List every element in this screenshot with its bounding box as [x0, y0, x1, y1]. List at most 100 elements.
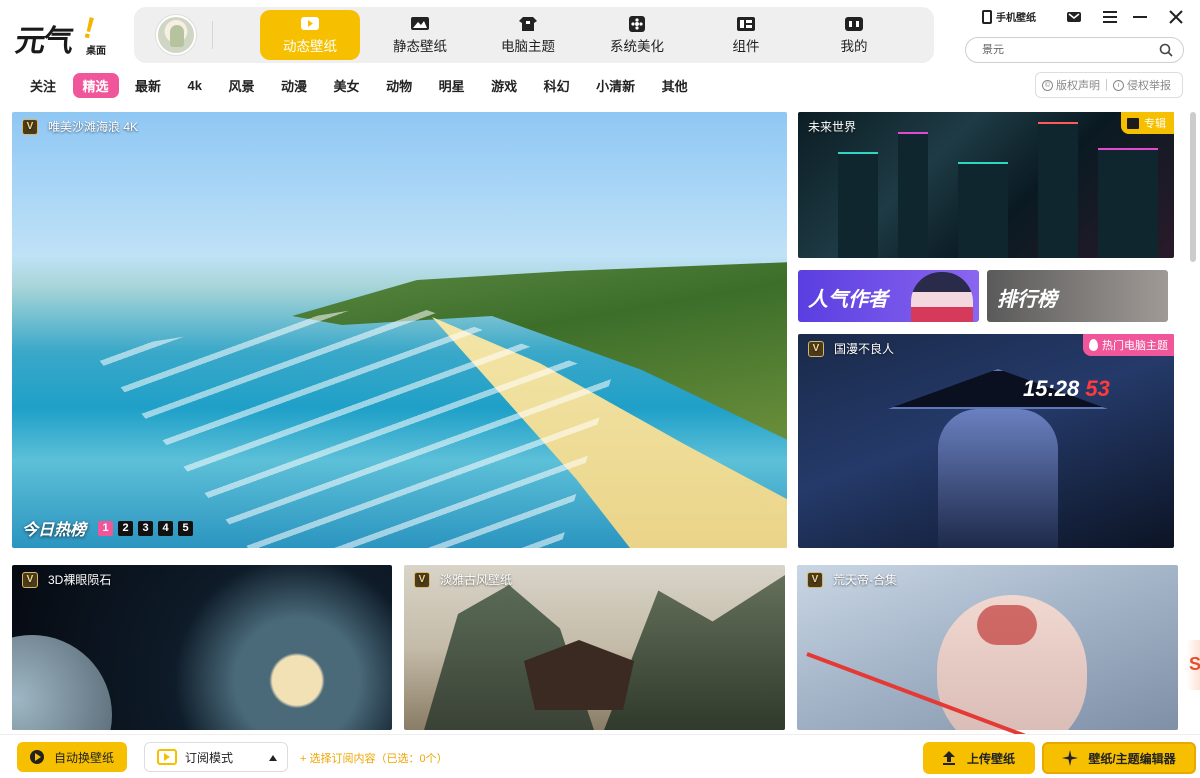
clock-number: 53	[1085, 376, 1110, 401]
grid-title: 荒天帝-合集	[833, 573, 897, 587]
tab-label: 系统美化	[610, 38, 664, 54]
category-tab[interactable]: 最新	[125, 73, 171, 98]
nav-divider	[212, 21, 213, 49]
tab-widgets[interactable]: 组件	[696, 10, 796, 60]
app-logo[interactable]: 元气 ! 桌面	[13, 11, 114, 59]
hot-theme-tag: 热门电脑主题	[1083, 334, 1174, 356]
category-tab[interactable]: 风景	[219, 73, 265, 98]
category-tab[interactable]: 美女	[324, 73, 370, 98]
editor-label: 壁纸/主题编辑器	[1088, 751, 1176, 766]
page-dot-5[interactable]: 5	[178, 520, 194, 536]
tab-pc-theme[interactable]: 电脑主题	[478, 10, 578, 60]
vip-badge-icon: V	[22, 571, 38, 588]
copyright-icon: ©	[1042, 79, 1053, 91]
ranking-card[interactable]: 排行榜	[987, 270, 1168, 322]
category-tab[interactable]: 明星	[429, 73, 475, 98]
waves	[92, 302, 612, 548]
profile-icon	[844, 16, 864, 32]
tab-static-wallpaper[interactable]: 静态壁纸	[370, 10, 470, 60]
play-icon	[300, 16, 320, 32]
search-icon[interactable]	[1159, 43, 1173, 57]
mail-icon[interactable]	[1066, 9, 1082, 25]
search-input[interactable]	[982, 42, 1152, 58]
face-marking	[977, 605, 1037, 645]
tab-dynamic-wallpaper[interactable]: 动态壁纸	[260, 10, 360, 60]
tab-system-beautify[interactable]: 系统美化	[587, 10, 687, 60]
building	[1098, 148, 1158, 258]
card-title: V 3D裸眼陨石	[22, 571, 111, 588]
popular-authors-card[interactable]: 人气作者	[798, 270, 979, 322]
rights-links: © 版权声明 i 侵权举报	[1035, 72, 1183, 98]
auto-change-button[interactable]: 自动换壁纸	[17, 742, 127, 772]
category-tab[interactable]: 精选	[72, 72, 119, 98]
card-title: V 唯美沙滩海浪 4K	[22, 118, 138, 135]
category-tab[interactable]: 4k	[178, 75, 212, 96]
building	[1038, 122, 1078, 258]
grid-title: 3D裸眼陨石	[48, 573, 112, 587]
category-tab[interactable]: 动漫	[271, 73, 317, 98]
page-dot-1[interactable]: 1	[98, 520, 114, 536]
samurai-figure	[938, 409, 1058, 548]
flower-icon	[627, 15, 647, 32]
feature-title: 唯美沙滩海浪 4K	[48, 120, 139, 134]
play-icon	[29, 750, 44, 764]
flame-icon	[1089, 339, 1098, 351]
copyright-link[interactable]: © 版权声明	[1036, 77, 1100, 93]
feature-wallpaper-card[interactable]: V 唯美沙滩海浪 4K 今日热榜 1 2 3 4 5	[12, 112, 787, 548]
tab-label: 动态壁纸	[283, 38, 337, 54]
authors-label: 人气作者	[808, 289, 888, 311]
phone-icon	[982, 9, 992, 24]
report-link[interactable]: i 侵权举报	[1107, 77, 1171, 93]
avatar[interactable]	[156, 15, 196, 55]
vip-badge-icon: V	[414, 571, 430, 588]
theme-clock: 15:28 53	[1023, 376, 1110, 402]
mobile-wallpaper-link[interactable]: 手机壁纸	[982, 9, 1036, 24]
mobile-label: 手机壁纸	[996, 13, 1036, 24]
card-title: V 国漫不良人	[808, 340, 894, 357]
category-tab[interactable]: 科幻	[534, 73, 580, 98]
close-icon[interactable]	[1168, 9, 1184, 25]
wallpaper-theme-editor-button[interactable]: 壁纸/主题编辑器	[1042, 742, 1196, 774]
choose-subscription-link[interactable]: + 选择订阅内容（已选：0个）	[300, 750, 448, 766]
category-tab[interactable]: 动物	[376, 73, 422, 98]
minimize-icon[interactable]	[1132, 9, 1148, 25]
category-tab[interactable]: 游戏	[481, 73, 527, 98]
grid-card-ancient[interactable]: V 淡雅古风壁纸	[404, 565, 785, 730]
logo-text: 元气	[13, 24, 74, 59]
side-float-icon[interactable]	[1186, 640, 1200, 690]
grid-card-meteor[interactable]: V 3D裸眼陨石	[12, 565, 392, 730]
upload-wallpaper-button[interactable]: 上传壁纸	[923, 742, 1035, 774]
category-tab[interactable]: 小清新	[586, 73, 645, 98]
tv-icon	[157, 749, 177, 765]
card-title: 未来世界	[808, 118, 856, 135]
samurai-theme-card[interactable]: 15:28 53 V 国漫不良人 热门电脑主题	[798, 334, 1174, 548]
subscribe-mode-select[interactable]: 订阅模式	[144, 742, 288, 772]
tab-mine[interactable]: 我的	[804, 10, 904, 60]
page-dot-3[interactable]: 3	[138, 520, 154, 536]
building	[958, 162, 1008, 258]
category-tab[interactable]: 关注	[20, 73, 66, 98]
caret-up-icon	[269, 755, 277, 761]
building	[838, 152, 878, 258]
vip-badge-icon: V	[807, 571, 823, 588]
bottom-bar: 自动换壁纸 订阅模式 + 选择订阅内容（已选：0个） 上传壁纸 壁纸/主题编辑器	[0, 734, 1200, 778]
scrollbar-thumb[interactable]	[1190, 112, 1196, 262]
rank-label: 排行榜	[997, 289, 1057, 311]
card-title: V 淡雅古风壁纸	[414, 571, 512, 588]
menu-icon[interactable]	[1102, 9, 1118, 25]
page-dot-4[interactable]: 4	[158, 520, 174, 536]
future-world-card[interactable]: 未来世界 专辑	[798, 112, 1174, 258]
grid-title: 淡雅古风壁纸	[440, 573, 513, 587]
subscribe-mode-value: 订阅模式	[185, 750, 234, 765]
upload-label: 上传壁纸	[966, 751, 1015, 766]
author-avatar	[911, 272, 973, 322]
app-window: 元气 ! 桌面 动态壁纸 静态壁纸 电脑主题 系统美化 组件 我的 手机壁纸 景…	[0, 0, 1200, 778]
upload-icon	[942, 751, 955, 765]
album-icon	[1127, 117, 1139, 129]
vip-badge-icon: V	[808, 340, 824, 357]
category-tab[interactable]: 其他	[652, 73, 698, 98]
widget-icon	[736, 16, 756, 32]
page-dot-2[interactable]: 2	[118, 520, 134, 536]
tab-label: 静态壁纸	[393, 38, 447, 54]
tab-label: 我的	[840, 38, 868, 54]
